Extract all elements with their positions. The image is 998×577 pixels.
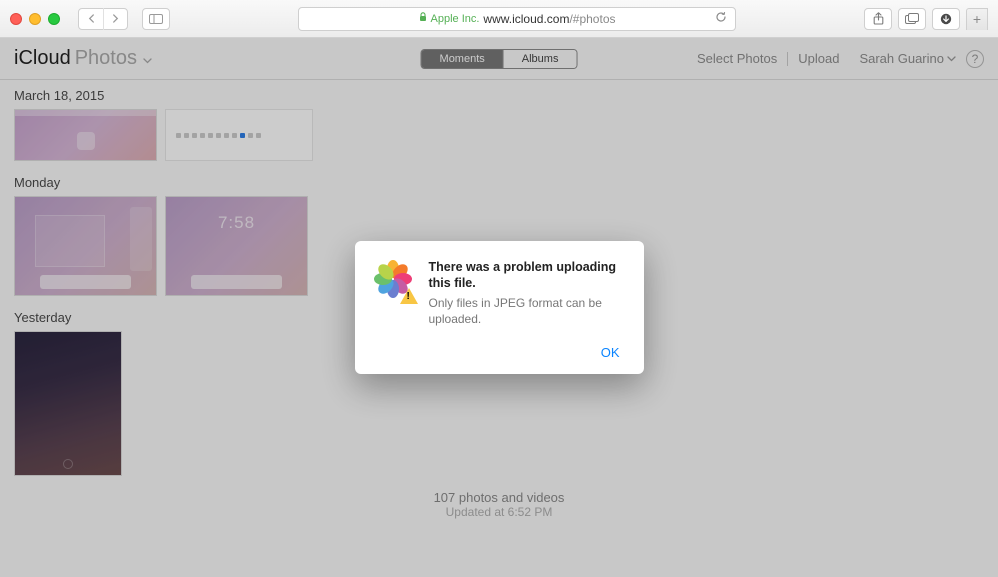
dialog-title: There was a problem uploading this file. [429, 259, 626, 291]
dialog-subtitle: Only files in JPEG format can be uploade… [429, 296, 626, 328]
warning-badge-icon [400, 288, 418, 304]
address-cert-name: Apple Inc. [431, 13, 480, 25]
address-host: www.icloud.com [483, 12, 569, 26]
address-path: /#photos [569, 12, 615, 26]
browser-toolbar: Apple Inc. www.icloud.com/#photos + [0, 0, 998, 38]
zoom-window-button[interactable] [48, 13, 60, 25]
ok-button[interactable]: OK [595, 341, 626, 364]
photos-app-icon [373, 259, 415, 301]
error-dialog: There was a problem uploading this file.… [355, 241, 644, 375]
address-bar[interactable]: Apple Inc. www.icloud.com/#photos [298, 7, 736, 31]
nav-back-forward-group [78, 8, 128, 30]
forward-button[interactable] [103, 8, 127, 30]
browser-right-controls: + [864, 8, 988, 30]
back-button[interactable] [79, 8, 103, 30]
share-button[interactable] [864, 8, 892, 30]
window-controls [10, 13, 60, 25]
new-tab-button[interactable]: + [966, 8, 988, 30]
page-body: iCloud Photos Moments Albums Select Phot… [0, 38, 998, 577]
downloads-button[interactable] [932, 8, 960, 30]
reload-button[interactable] [715, 11, 727, 26]
modal-backdrop[interactable]: There was a problem uploading this file.… [0, 38, 998, 577]
tabs-overview-button[interactable] [898, 8, 926, 30]
lock-icon [419, 12, 427, 25]
close-window-button[interactable] [10, 13, 22, 25]
minimize-window-button[interactable] [29, 13, 41, 25]
sidebar-toggle-button[interactable] [142, 8, 170, 30]
